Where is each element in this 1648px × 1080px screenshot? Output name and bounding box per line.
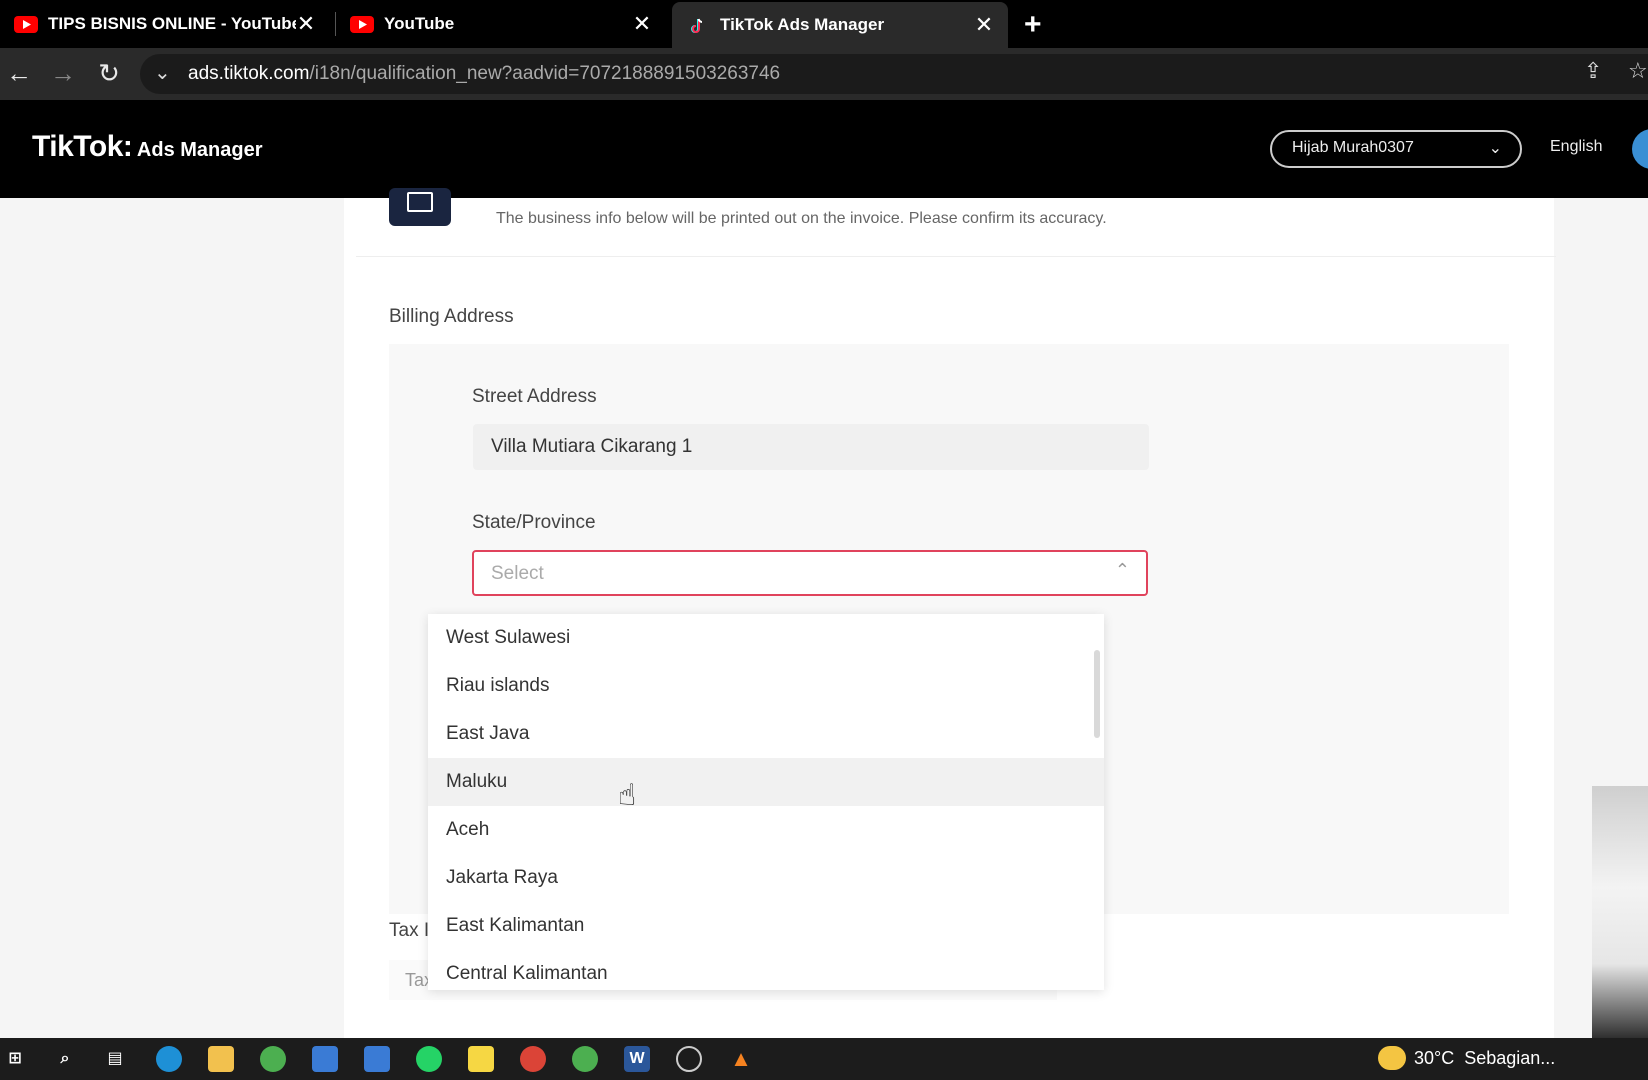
sticky-notes-icon[interactable] bbox=[468, 1046, 494, 1072]
tab-tiktok-ads-manager[interactable]: TikTok Ads Manager ✕ bbox=[672, 2, 1008, 48]
site-info-icon[interactable]: ⌄ bbox=[154, 60, 171, 85]
dropdown-option[interactable]: Jakarta Raya bbox=[428, 854, 1104, 902]
store-icon[interactable] bbox=[312, 1046, 338, 1072]
state-province-dropdown: West Sulawesi Riau islands East Java Mal… bbox=[428, 614, 1104, 990]
mail-icon[interactable] bbox=[364, 1046, 390, 1072]
url-path: /i18n/qualification_new?aadvid=707218889… bbox=[309, 63, 781, 84]
weather-widget[interactable]: 30°C Sebagian... bbox=[1414, 1048, 1555, 1069]
webcam-overlay bbox=[1592, 786, 1648, 1040]
weather-description: Sebagian... bbox=[1464, 1048, 1556, 1068]
browser-tabstrip: TIPS BISNIS ONLINE - YouTube ✕ YouTube ✕… bbox=[0, 0, 1648, 48]
street-address-label: Street Address bbox=[472, 386, 597, 407]
chrome-icon[interactable] bbox=[260, 1046, 286, 1072]
word-icon[interactable]: W bbox=[624, 1046, 650, 1072]
share-icon[interactable]: ⇪ bbox=[1584, 58, 1602, 84]
chrome-active-icon[interactable] bbox=[572, 1046, 598, 1072]
bookmark-star-icon[interactable]: ☆ bbox=[1628, 58, 1648, 84]
chrome-profile-icon[interactable] bbox=[520, 1046, 546, 1072]
youtube-icon bbox=[14, 15, 38, 33]
logo-dot: : bbox=[122, 130, 133, 163]
chevron-down-icon: ⌄ bbox=[1488, 140, 1502, 157]
invoice-icon bbox=[389, 188, 451, 226]
weather-icon bbox=[1378, 1046, 1406, 1070]
url-text: ads.tiktok.com/i18n/qualification_new?aa… bbox=[188, 63, 780, 85]
dropdown-option-hovered[interactable]: Maluku bbox=[428, 758, 1104, 806]
logo-brand: TikTok bbox=[32, 130, 123, 163]
tiktok-icon bbox=[691, 18, 703, 33]
dropdown-option[interactable]: East Java bbox=[428, 710, 1104, 758]
weather-temperature: 30°C bbox=[1414, 1048, 1455, 1068]
tab-title: TikTok Ads Manager bbox=[720, 15, 885, 34]
url-domain: ads.tiktok.com bbox=[188, 63, 310, 84]
avatar[interactable] bbox=[1632, 129, 1648, 169]
account-selector[interactable]: Hijab Murah0307 ⌄ bbox=[1270, 130, 1522, 168]
dropdown-option[interactable]: East Kalimantan bbox=[428, 902, 1104, 950]
language-selector[interactable]: English bbox=[1550, 138, 1602, 156]
tab-title: YouTube bbox=[384, 14, 455, 33]
tiktok-ads-logo[interactable]: TikTok: Ads Manager bbox=[32, 130, 263, 164]
billing-address-heading: Billing Address bbox=[389, 306, 514, 327]
forward-button[interactable]: → bbox=[48, 58, 78, 89]
whatsapp-icon[interactable] bbox=[416, 1046, 442, 1072]
taskbar: ⊞ ⌕ ▤ W ▲ 30°C Sebagian... bbox=[0, 1038, 1648, 1080]
close-tab-icon[interactable]: ✕ bbox=[632, 11, 652, 37]
close-tab-icon[interactable]: ✕ bbox=[296, 11, 316, 37]
dropdown-option[interactable]: Riau islands bbox=[428, 662, 1104, 710]
dropdown-scrollbar[interactable] bbox=[1094, 650, 1100, 738]
file-explorer-icon[interactable] bbox=[208, 1046, 234, 1072]
tab-youtube[interactable]: YouTube ✕ bbox=[336, 0, 666, 48]
state-select-placeholder: Select bbox=[491, 563, 544, 584]
search-icon[interactable]: ⌕ bbox=[52, 1046, 78, 1072]
logo-product: Ads Manager bbox=[136, 139, 263, 161]
state-province-label: State/Province bbox=[472, 512, 596, 533]
clock-app-icon[interactable] bbox=[676, 1046, 702, 1072]
browser-toolbar: ← → ↻ ⌄ ads.tiktok.com/i18n/qualificatio… bbox=[0, 48, 1648, 100]
youtube-icon bbox=[350, 15, 374, 33]
app-header: TikTok: Ads Manager Hijab Murah0307 ⌄ Eng… bbox=[0, 100, 1648, 198]
windows-start-icon[interactable]: ⊞ bbox=[2, 1046, 28, 1072]
tab-tips-bisnis[interactable]: TIPS BISNIS ONLINE - YouTube ✕ bbox=[0, 0, 330, 48]
edge-icon[interactable] bbox=[156, 1046, 182, 1072]
street-address-input[interactable]: Villa Mutiara Cikarang 1 bbox=[473, 424, 1149, 470]
tax-label: Tax I bbox=[389, 920, 430, 941]
dropdown-option[interactable]: Central Kalimantan bbox=[428, 950, 1104, 990]
divider bbox=[356, 256, 1556, 257]
chevron-up-icon: ⌃ bbox=[1114, 560, 1130, 580]
tab-title: TIPS BISNIS ONLINE - YouTube bbox=[48, 14, 296, 33]
invoice-description: The business info below will be printed … bbox=[496, 210, 1107, 227]
dropdown-option[interactable]: West Sulawesi bbox=[428, 614, 1104, 662]
new-tab-button[interactable]: + bbox=[1024, 8, 1042, 42]
back-button[interactable]: ← bbox=[4, 58, 34, 89]
reload-button[interactable]: ↻ bbox=[94, 58, 124, 89]
task-view-icon[interactable]: ▤ bbox=[102, 1046, 128, 1072]
dropdown-option[interactable]: Aceh bbox=[428, 806, 1104, 854]
hand-cursor-icon: ☝ bbox=[618, 779, 637, 812]
account-name: Hijab Murah0307 bbox=[1292, 139, 1414, 156]
address-bar[interactable]: ⌄ ads.tiktok.com/i18n/qualification_new?… bbox=[140, 54, 1648, 94]
close-tab-icon[interactable]: ✕ bbox=[974, 12, 994, 38]
state-province-select[interactable]: Select ⌃ bbox=[472, 550, 1148, 596]
vlc-icon[interactable]: ▲ bbox=[728, 1046, 754, 1072]
